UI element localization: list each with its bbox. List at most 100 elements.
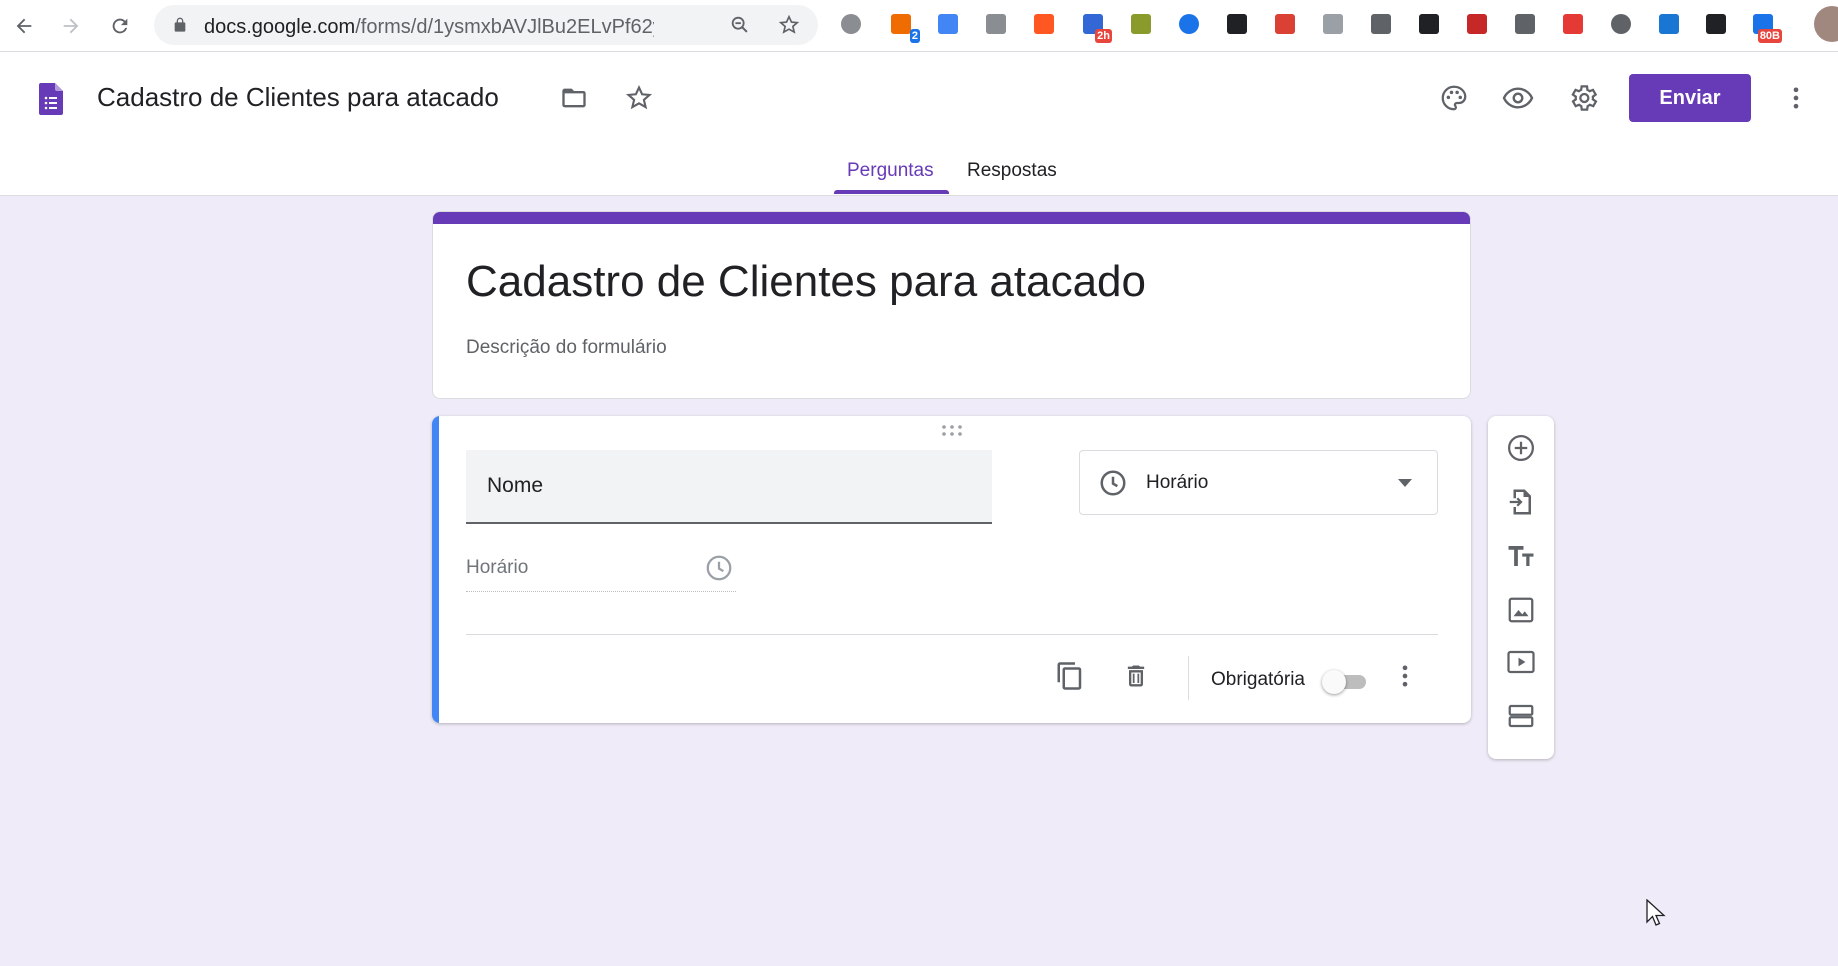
answer-placeholder: Horário: [466, 557, 529, 578]
extension-eyedropper-icon[interactable]: [1416, 11, 1442, 37]
question-card[interactable]: Nome Horário Horário Obrigatória: [432, 416, 1471, 723]
extension-gray-circle-icon[interactable]: [838, 11, 864, 37]
add-video-button[interactable]: [1503, 644, 1539, 680]
delete-button[interactable]: [1118, 658, 1154, 694]
extension-code-icon[interactable]: [983, 11, 1009, 37]
url-text: docs.google.com/forms/d/1ysmxbAVJlBu2ELv…: [204, 16, 654, 38]
forms-header: Cadastro de Clientes para atacado Enviar…: [0, 52, 1838, 196]
question-more-button[interactable]: [1387, 658, 1423, 694]
back-button[interactable]: [10, 12, 38, 40]
extension-calendar-blue-icon[interactable]: 80B: [1750, 11, 1782, 43]
zoom-button[interactable]: [729, 14, 751, 36]
tab-questions[interactable]: Perguntas: [847, 160, 934, 182]
clock-icon: [706, 555, 732, 581]
gear-icon: [1571, 85, 1598, 111]
move-to-folder-button[interactable]: [556, 80, 592, 116]
extension-badge: 2: [909, 29, 920, 43]
extension-calendar-red-icon[interactable]: [1464, 11, 1490, 37]
zoom-out-icon: [731, 16, 748, 33]
extension-briefcase-icon[interactable]: [1320, 11, 1346, 37]
clock-icon: [1100, 470, 1126, 496]
extension-green-icon[interactable]: [1128, 11, 1154, 37]
eye-icon: [1502, 87, 1534, 109]
form-description-field[interactable]: Descrição do formulário: [466, 337, 667, 359]
browser-toolbar: docs.google.com/forms/d/1ysmxbAVJlBu2ELv…: [0, 0, 1838, 52]
add-section-icon: [1508, 704, 1534, 728]
question-title-input[interactable]: Nome: [466, 450, 992, 524]
extension-glyph: [1563, 14, 1583, 34]
drag-handle[interactable]: [940, 424, 964, 438]
extension-magnifier-icon[interactable]: [1656, 11, 1682, 37]
add-image-button[interactable]: [1503, 592, 1539, 628]
more-options-button[interactable]: [1778, 80, 1814, 116]
star-outline-icon: [625, 85, 653, 110]
bookmark-star-button[interactable]: [778, 14, 800, 36]
google-forms-logo[interactable]: [33, 81, 69, 117]
import-questions-button[interactable]: [1503, 484, 1539, 520]
extension-glyph: [1371, 14, 1391, 34]
document-title[interactable]: Cadastro de Clientes para atacado: [97, 82, 499, 113]
extension-glyph: [1659, 14, 1679, 34]
add-title-icon: [1508, 546, 1534, 566]
extension-lightbulb-icon[interactable]: [1224, 11, 1250, 37]
profile-avatar[interactable]: [1814, 6, 1838, 42]
floating-toolbar: [1488, 416, 1554, 759]
extension-glyph: [1034, 14, 1054, 34]
dropdown-arrow-icon: [1398, 479, 1412, 487]
extension-glyph: [1706, 14, 1726, 34]
extension-pig-icon[interactable]: [1512, 11, 1538, 37]
extension-orange-icon[interactable]: 2: [888, 11, 920, 43]
extension-glyph: [1227, 14, 1247, 34]
folder-icon: [562, 88, 586, 108]
add-question-icon: [1508, 435, 1534, 461]
import-questions-icon: [1509, 489, 1531, 515]
extension-glyph: [986, 14, 1006, 34]
preview-button[interactable]: [1500, 80, 1536, 116]
required-toggle[interactable]: [1322, 668, 1370, 694]
extension-blue-box-icon[interactable]: [935, 11, 961, 37]
extension-glyph: [1323, 14, 1343, 34]
star-outline-icon: [778, 14, 800, 34]
extension-link-icon[interactable]: [1703, 11, 1729, 37]
add-question-button[interactable]: [1503, 430, 1539, 466]
extension-orange-b-icon[interactable]: [1031, 11, 1057, 37]
settings-button[interactable]: [1565, 80, 1601, 116]
extension-calendar-icon[interactable]: 2h: [1080, 11, 1112, 43]
tab-responses[interactable]: Respostas: [967, 160, 1057, 182]
add-section-button[interactable]: [1503, 698, 1539, 734]
palette-icon: [1441, 85, 1467, 111]
footer-divider: [1188, 656, 1189, 700]
theme-color-bar: [433, 212, 1470, 224]
active-question-indicator: [432, 416, 439, 723]
forms-logo-icon: [39, 83, 63, 115]
star-button[interactable]: [621, 80, 657, 116]
card-divider: [466, 634, 1438, 635]
arrow-left-icon: [16, 18, 32, 34]
more-vert-icon: [1793, 87, 1799, 109]
arrow-right-icon: [63, 18, 79, 34]
add-image-icon: [1508, 597, 1534, 623]
extension-glyph: [841, 14, 861, 34]
extension-pocket-icon[interactable]: [1368, 11, 1394, 37]
address-bar[interactable]: docs.google.com/forms/d/1ysmxbAVJlBu2ELv…: [154, 5, 818, 45]
extension-glyph: [1131, 14, 1151, 34]
required-label: Obrigatória: [1211, 669, 1305, 690]
extension-todoist-icon[interactable]: [1272, 11, 1298, 37]
extension-e9-icon[interactable]: [1608, 11, 1634, 37]
question-type-select[interactable]: Horário: [1079, 450, 1438, 515]
form-title-card[interactable]: Cadastro de Clientes para atacado Descri…: [432, 211, 1471, 399]
forward-button[interactable]: [57, 12, 85, 40]
customize-theme-button[interactable]: [1436, 80, 1472, 116]
drag-handle-icon: [942, 425, 962, 436]
extension-glyph: [1467, 14, 1487, 34]
add-title-button[interactable]: [1503, 538, 1539, 574]
extension-glyph: [938, 14, 958, 34]
lock-icon: [174, 17, 186, 32]
copy-icon: [1057, 662, 1082, 690]
form-title[interactable]: Cadastro de Clientes para atacado: [466, 257, 1146, 307]
extension-blue-circle-icon[interactable]: [1176, 11, 1202, 37]
extension-red-cross-icon[interactable]: [1560, 11, 1586, 37]
send-button[interactable]: Enviar: [1629, 74, 1751, 122]
duplicate-button[interactable]: [1052, 658, 1088, 694]
reload-button[interactable]: [106, 12, 134, 40]
